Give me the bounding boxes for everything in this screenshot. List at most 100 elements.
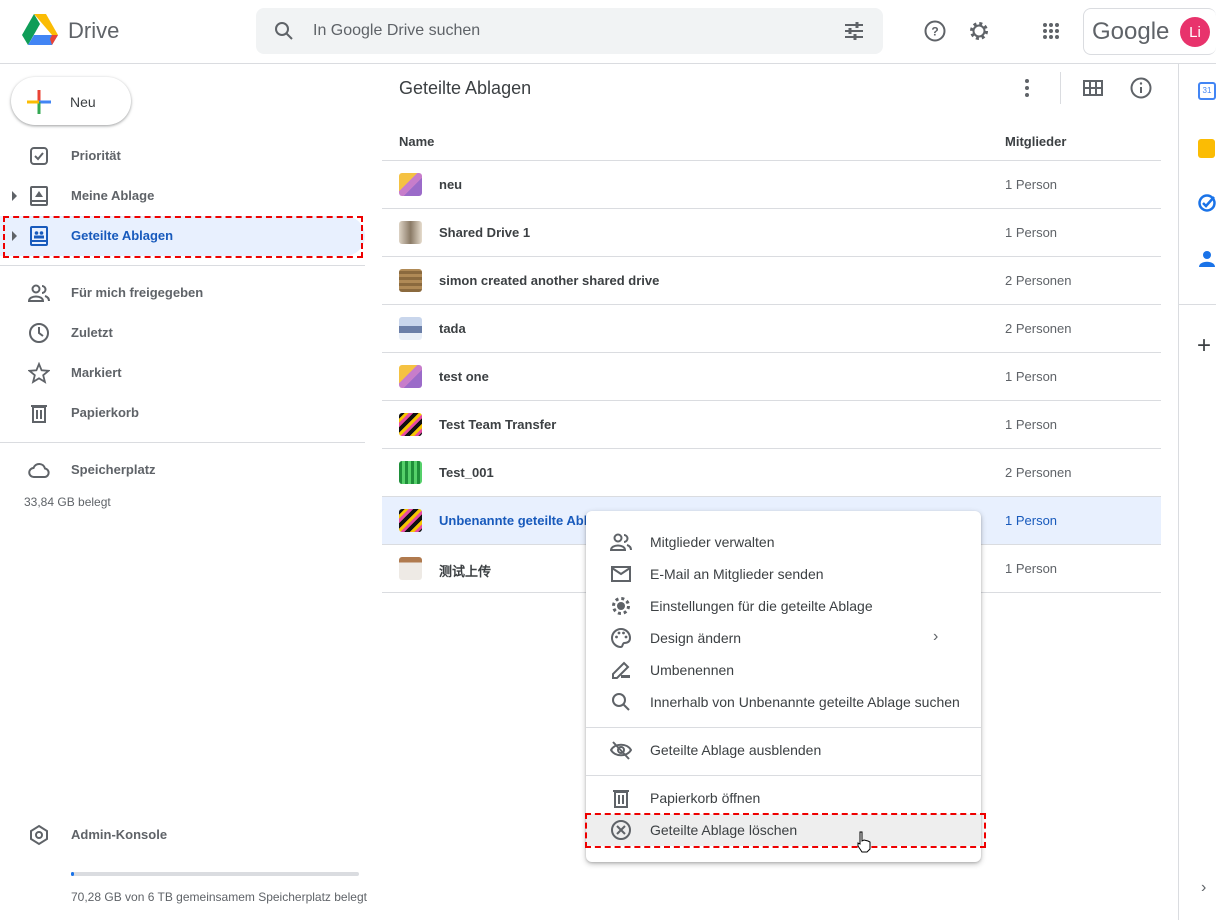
divider (586, 727, 981, 728)
sidebar-item-label: Zuletzt (71, 325, 113, 340)
table-row[interactable]: simon created another shared drive 2 Per… (382, 256, 1161, 304)
row-name: simon created another shared drive (439, 273, 660, 288)
search-icon[interactable] (274, 21, 294, 41)
app-name: Drive (68, 18, 120, 43)
menu-item-label: Papierkorb öffnen (650, 790, 761, 806)
sidebar-item-shared-with-me[interactable]: Für mich freigegeben (0, 273, 365, 313)
tasks-icon[interactable] (1198, 194, 1216, 212)
add-addon-icon[interactable]: + (1197, 334, 1211, 358)
row-name: Test_001 (439, 465, 494, 480)
row-name: Test Team Transfer (439, 417, 557, 432)
shared-storage-bar (71, 872, 359, 876)
mail-icon (611, 566, 631, 582)
svg-text:?: ? (931, 25, 938, 39)
sidebar-item-label: Speicherplatz (71, 462, 156, 477)
shared-drive-thumbnail (399, 365, 422, 388)
row-members: 2 Personen (1005, 465, 1072, 480)
table-row[interactable]: Shared Drive 1 1 Person (382, 208, 1161, 256)
shared-storage-bar-fill (71, 872, 75, 876)
google-logo: Google (1092, 18, 1170, 45)
row-name: tada (439, 321, 466, 336)
help-icon[interactable]: ? (924, 20, 946, 42)
table-row[interactable]: neu 1 Person (382, 160, 1161, 208)
plus-icon (27, 90, 51, 114)
settings-icon[interactable] (968, 20, 990, 42)
menu-item-settings[interactable]: Einstellungen für die geteilte Ablage (586, 590, 981, 622)
row-members: 2 Personen (1005, 321, 1072, 336)
menu-item-manage-members[interactable]: Mitglieder verwalten (586, 526, 981, 558)
more-options-icon[interactable] (1024, 78, 1030, 98)
shared-drive-thumbnail (399, 509, 422, 532)
sidebar-item-label: Meine Ablage (71, 188, 155, 203)
contacts-icon[interactable] (1199, 250, 1215, 268)
row-members: 1 Person (1005, 417, 1058, 432)
menu-item-search-within[interactable]: Innerhalb von Unbenannte geteilte Ablage… (586, 686, 981, 718)
row-members: 1 Person (1005, 369, 1058, 384)
column-header-name[interactable]: Name (399, 134, 434, 149)
shared-drive-thumbnail (399, 269, 422, 292)
search-input[interactable]: In Google Drive suchen (313, 22, 480, 40)
table-row[interactable]: test one 1 Person (382, 352, 1161, 400)
row-name: test one (439, 369, 489, 384)
menu-item-label: Umbenennen (650, 662, 735, 678)
row-members: 2 Personen (1005, 273, 1072, 288)
search-bar[interactable]: In Google Drive suchen (256, 8, 883, 54)
avatar[interactable]: Li (1180, 17, 1210, 47)
divider (586, 775, 981, 776)
expand-arrow-icon[interactable] (12, 191, 17, 201)
people-icon (610, 533, 632, 551)
sidebar-item-label: Papierkorb (71, 405, 139, 420)
clock-icon (29, 323, 49, 343)
shared-storage-text: 70,28 GB von 6 TB gemeinsamem Speicherpl… (71, 890, 367, 904)
menu-item-hide[interactable]: Geteilte Ablage ausblenden (586, 734, 981, 766)
new-button-label: Neu (70, 94, 96, 110)
sidebar-item-starred[interactable]: Markiert (0, 353, 365, 393)
divider (0, 265, 365, 266)
hand-cursor-icon (857, 831, 871, 853)
table-row[interactable]: Test_001 2 Personen (382, 448, 1161, 496)
menu-item-email-members[interactable]: E-Mail an Mitglieder senden (586, 558, 981, 590)
menu-item-label: Einstellungen für die geteilte Ablage (650, 598, 873, 614)
storage-used-text: 33,84 GB belegt (24, 495, 111, 509)
menu-item-label: Design ändern (650, 630, 742, 646)
pencil-icon (612, 661, 630, 679)
menu-item-change-design[interactable]: Design ändern › (586, 622, 981, 654)
search-options-icon[interactable] (844, 22, 864, 40)
menu-item-open-trash[interactable]: Papierkorb öffnen (586, 782, 981, 814)
people-icon (28, 284, 50, 302)
admin-shield-icon (30, 824, 48, 846)
column-header-members[interactable]: Mitglieder (1005, 134, 1066, 149)
annotation-highlight (585, 813, 986, 848)
keep-icon[interactable] (1198, 139, 1215, 158)
menu-item-rename[interactable]: Umbenennen (586, 654, 981, 686)
row-name: Shared Drive 1 (439, 225, 531, 240)
sidebar-item-storage[interactable]: Speicherplatz (0, 450, 365, 490)
star-icon (28, 362, 50, 384)
calendar-icon[interactable]: 31 (1198, 82, 1216, 100)
trash-icon (613, 790, 629, 808)
sidebar-item-label: Markiert (71, 365, 122, 380)
new-button[interactable]: Neu (11, 77, 131, 125)
shared-drive-thumbnail (399, 317, 422, 340)
priority-icon (30, 147, 48, 165)
chevron-right-icon: › (933, 628, 939, 645)
row-name: 测试上传 (439, 564, 492, 579)
my-drive-icon (30, 186, 48, 206)
sidebar-item-admin-console[interactable]: Admin-Konsole (0, 815, 365, 855)
account-button[interactable]: Google Li (1083, 8, 1216, 55)
shared-drive-thumbnail (399, 557, 422, 580)
divider (0, 442, 365, 443)
sidebar-item-my-drive[interactable]: Meine Ablage (0, 176, 365, 216)
sidebar-item-recent[interactable]: Zuletzt (0, 313, 365, 353)
shared-drive-thumbnail (399, 413, 422, 436)
grid-view-icon[interactable] (1083, 80, 1103, 96)
sidebar-item-priority[interactable]: Priorität (0, 136, 365, 176)
table-row[interactable]: tada 2 Personen (382, 304, 1161, 352)
sidebar-item-trash[interactable]: Papierkorb (0, 393, 365, 433)
shared-drive-thumbnail (399, 173, 422, 196)
chevron-right-icon[interactable]: › (1201, 879, 1206, 897)
info-icon[interactable] (1130, 77, 1152, 99)
apps-icon[interactable] (1042, 22, 1060, 40)
menu-item-label: Innerhalb von Unbenannte geteilte Ablage… (650, 694, 960, 710)
table-row[interactable]: Test Team Transfer 1 Person (382, 400, 1161, 448)
